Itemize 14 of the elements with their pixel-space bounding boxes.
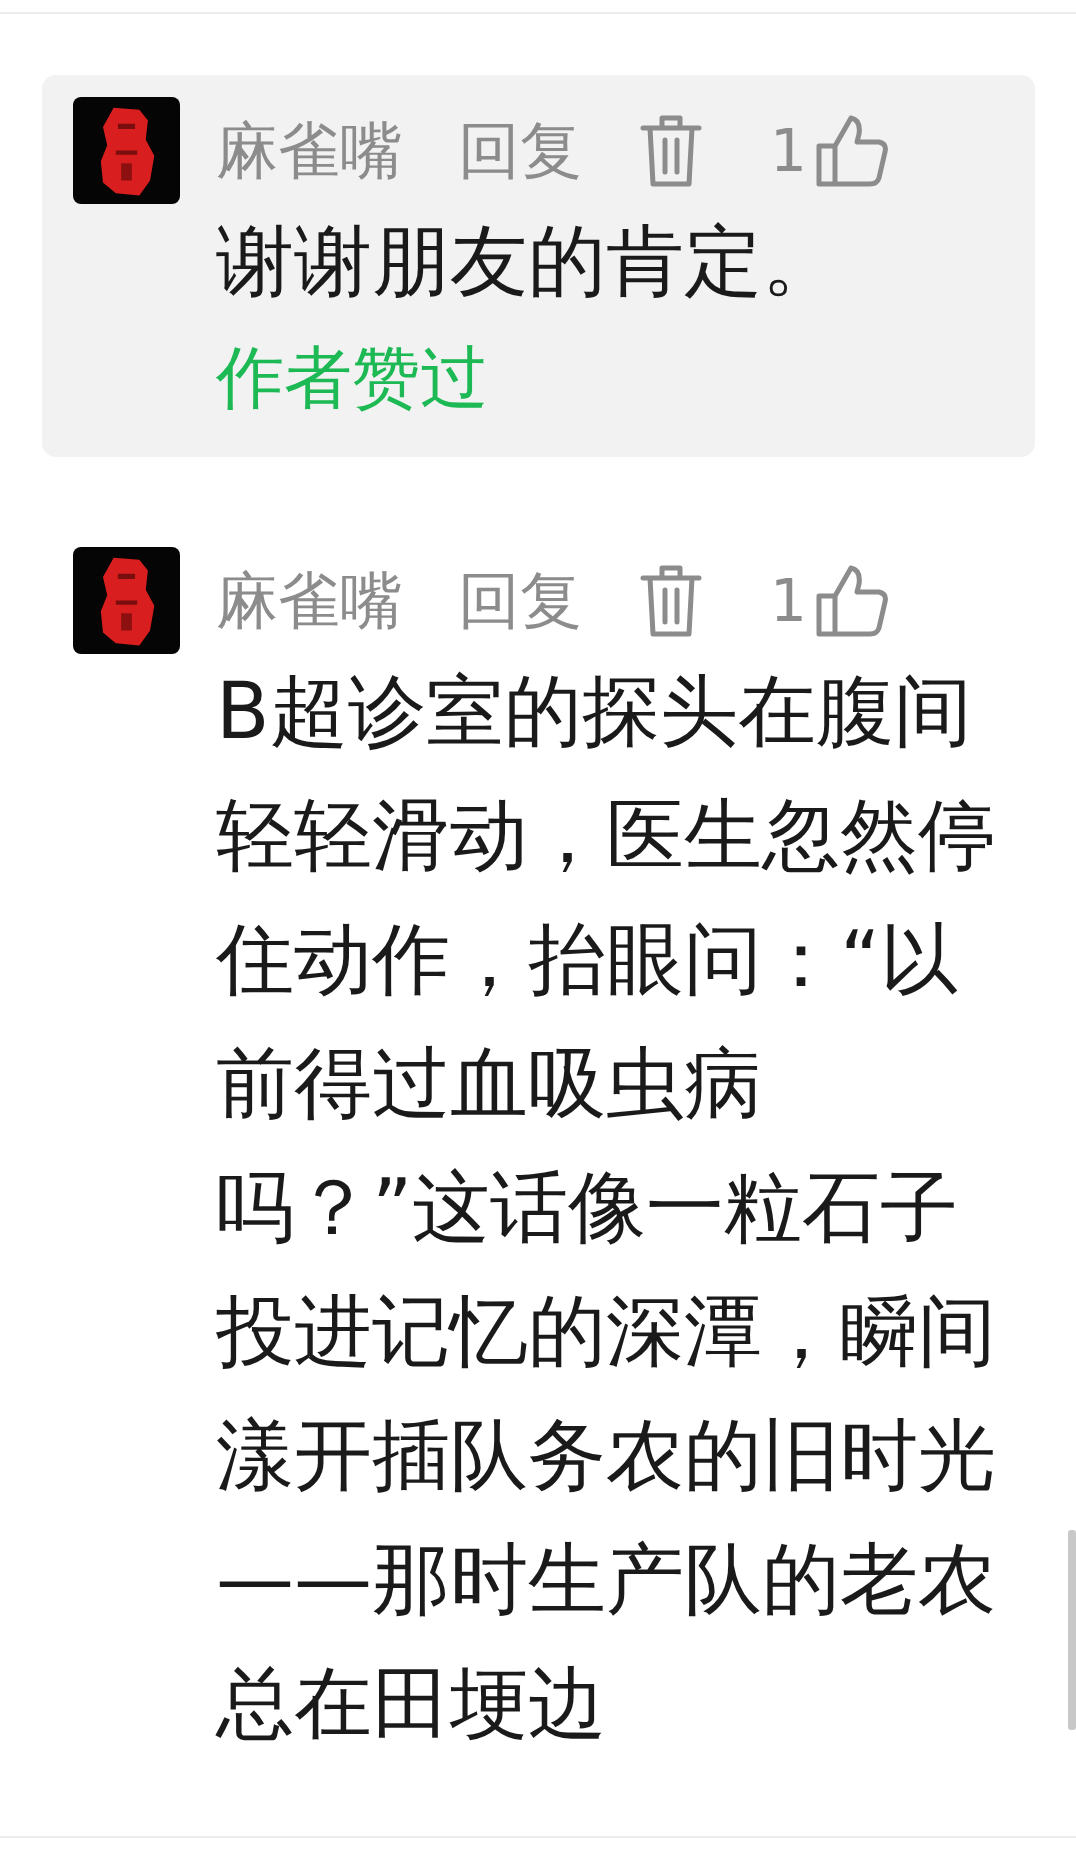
delete-icon[interactable] — [640, 114, 702, 188]
reply-link[interactable]: 回复 — [458, 109, 582, 193]
comment-text: 谢谢朋友的肯定。 — [216, 215, 841, 308]
delete-icon[interactable] — [640, 564, 702, 638]
like-count: 1 — [770, 567, 807, 635]
thumbs-up-icon[interactable] — [814, 564, 889, 638]
reply-link[interactable]: 回复 — [458, 559, 582, 643]
like-count: 1 — [770, 117, 807, 185]
comment-text: B超诊室的探头在腹间轻轻滑动，医生忽然停住动作，抬眼问：“以前得过血吸虫病吗？”这话像一粒石子投进记忆的深潭，瞬间漾开插队务农的旧时光——那时生产队的老农总在田埂边 — [216, 665, 997, 1750]
author-name[interactable]: 麻雀嘴 — [216, 559, 402, 643]
author-name[interactable]: 麻雀嘴 — [216, 109, 402, 193]
scrollbar[interactable] — [1068, 1530, 1076, 1730]
thumbs-up-icon[interactable] — [814, 114, 889, 188]
author-liked-label: 作者赞过 — [216, 337, 488, 419]
